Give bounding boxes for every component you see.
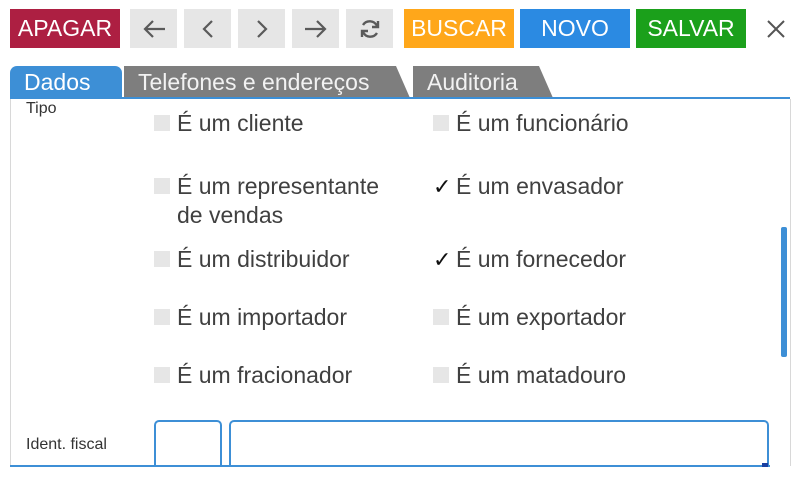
option-representante: É um representante de vendas — [154, 172, 379, 230]
fornecedor-checkmark-icon[interactable]: ✓ — [433, 245, 451, 274]
delete-button[interactable]: APAGAR — [10, 9, 120, 48]
tipo-label: Tipo — [26, 100, 57, 117]
option-label: É um importador — [177, 304, 348, 330]
cliente-checkbox[interactable] — [154, 115, 170, 131]
envasador-checkmark-icon[interactable]: ✓ — [433, 172, 451, 201]
form-bottom-border — [10, 465, 770, 467]
option-fracionador: É um fracionador — [154, 361, 352, 390]
next-record-button[interactable] — [238, 9, 285, 48]
option-exportador: É um exportador — [433, 303, 626, 332]
last-record-button[interactable] — [292, 9, 339, 48]
distribuidor-checkbox[interactable] — [154, 251, 170, 267]
option-label-group: É um representante de vendas — [177, 172, 379, 230]
tab-label: Dados — [24, 68, 91, 95]
form-panel: Tipo É um cliente É um funcionário É um … — [10, 99, 791, 466]
option-label: É um matadouro — [456, 362, 627, 388]
close-button[interactable] — [756, 9, 796, 48]
close-icon — [765, 18, 787, 40]
tab-telefones-enderecos[interactable]: Telefones e endereços — [124, 66, 410, 98]
option-importador: É um importador — [154, 303, 347, 332]
option-distribuidor: É um distribuidor — [154, 245, 350, 274]
first-record-button[interactable] — [130, 9, 177, 48]
search-button[interactable]: BUSCAR — [404, 9, 514, 48]
vertical-scrollbar[interactable] — [781, 227, 787, 357]
option-funcionario: É um funcionário — [433, 109, 629, 138]
ident-type-field[interactable] — [154, 420, 222, 466]
importador-checkbox[interactable] — [154, 309, 170, 325]
option-label: É um fracionador — [177, 362, 353, 388]
option-matadouro: É um matadouro — [433, 361, 626, 390]
tab-label: Auditoria — [427, 68, 518, 95]
ident-number-field[interactable] — [229, 420, 769, 466]
option-label-line2: de vendas — [177, 202, 284, 228]
previous-record-button[interactable] — [184, 9, 231, 48]
option-label: É um representante — [177, 173, 380, 199]
resize-corner — [762, 463, 768, 467]
first-arrow-icon — [141, 18, 167, 40]
ident-fiscal-label: Ident. fiscal — [26, 436, 107, 453]
save-button[interactable]: SALVAR — [636, 9, 746, 48]
tab-dados[interactable]: Dados — [10, 66, 122, 98]
previous-chevron-icon — [200, 18, 216, 40]
option-envasador: ✓ É um envasador — [433, 172, 623, 201]
tab-auditoria[interactable]: Auditoria — [413, 66, 553, 98]
tab-bar: Dados Telefones e endereços Auditoria — [10, 66, 790, 98]
option-label: É um distribuidor — [177, 246, 350, 272]
option-fornecedor: ✓ É um fornecedor — [433, 245, 626, 274]
representante-checkbox[interactable] — [154, 178, 170, 194]
toolbar: APAGAR BUSCAR NOVO SALVAR — [0, 0, 799, 56]
exportador-checkbox[interactable] — [433, 309, 449, 325]
funcionario-checkbox[interactable] — [433, 115, 449, 131]
option-label: É um exportador — [456, 304, 627, 330]
option-label: É um funcionário — [456, 110, 629, 136]
refresh-icon — [358, 17, 382, 41]
option-cliente: É um cliente — [154, 109, 304, 138]
option-label: É um cliente — [177, 110, 304, 136]
last-arrow-icon — [303, 18, 329, 40]
option-label: É um fornecedor — [456, 246, 627, 272]
matadouro-checkbox[interactable] — [433, 367, 449, 383]
next-chevron-icon — [254, 18, 270, 40]
new-button[interactable]: NOVO — [520, 9, 630, 48]
option-label: É um envasador — [456, 173, 624, 199]
refresh-button[interactable] — [346, 9, 393, 48]
tab-label: Telefones e endereços — [138, 68, 370, 95]
fracionador-checkbox[interactable] — [154, 367, 170, 383]
